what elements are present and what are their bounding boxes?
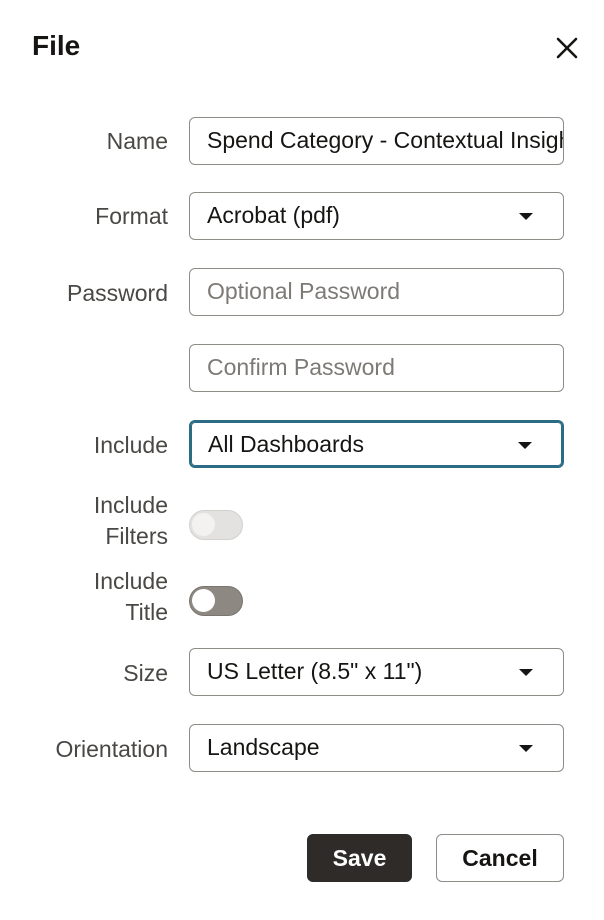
dialog-title: File [32, 30, 81, 61]
toggle-knob [192, 589, 215, 612]
include-filters-label-line2: Filters [105, 523, 168, 549]
include-select[interactable]: All Dashboards [189, 420, 564, 468]
include-label: Include [93, 432, 168, 458]
save-button[interactable]: Save [307, 834, 412, 882]
file-dialog: File Name Spend Category - Contextual In… [0, 0, 604, 920]
password-input[interactable]: Optional Password [189, 268, 564, 316]
chevron-down-icon [518, 442, 532, 449]
format-label: Format [95, 203, 168, 229]
close-button[interactable] [553, 34, 581, 62]
password-label: Password [67, 280, 168, 306]
include-title-label-line2: Title [125, 599, 168, 625]
password-placeholder: Optional Password [207, 278, 401, 304]
confirm-password-placeholder: Confirm Password [207, 354, 395, 380]
confirm-password-input[interactable]: Confirm Password [189, 344, 564, 392]
include-filters-label-line1: Include [93, 492, 168, 518]
include-value: All Dashboards [208, 431, 364, 457]
chevron-down-icon [519, 213, 533, 220]
include-filters-toggle[interactable] [189, 510, 243, 540]
include-title-toggle[interactable] [189, 586, 243, 616]
name-input[interactable]: Spend Category - Contextual Insights [189, 117, 564, 165]
orientation-label: Orientation [55, 736, 168, 762]
toggle-knob [192, 513, 215, 536]
size-label: Size [123, 660, 168, 686]
orientation-value: Landscape [207, 734, 320, 760]
size-select[interactable]: US Letter (8.5" x 11") [189, 648, 564, 696]
format-select[interactable]: Acrobat (pdf) [189, 192, 564, 240]
format-value: Acrobat (pdf) [207, 202, 340, 228]
close-icon [556, 37, 578, 59]
chevron-down-icon [519, 669, 533, 676]
cancel-button[interactable]: Cancel [436, 834, 564, 882]
name-value: Spend Category - Contextual Insights [207, 127, 564, 153]
name-label: Name [106, 128, 168, 154]
size-value: US Letter (8.5" x 11") [207, 658, 423, 684]
orientation-select[interactable]: Landscape [189, 724, 564, 772]
include-title-label-line1: Include [93, 568, 168, 594]
chevron-down-icon [519, 745, 533, 752]
